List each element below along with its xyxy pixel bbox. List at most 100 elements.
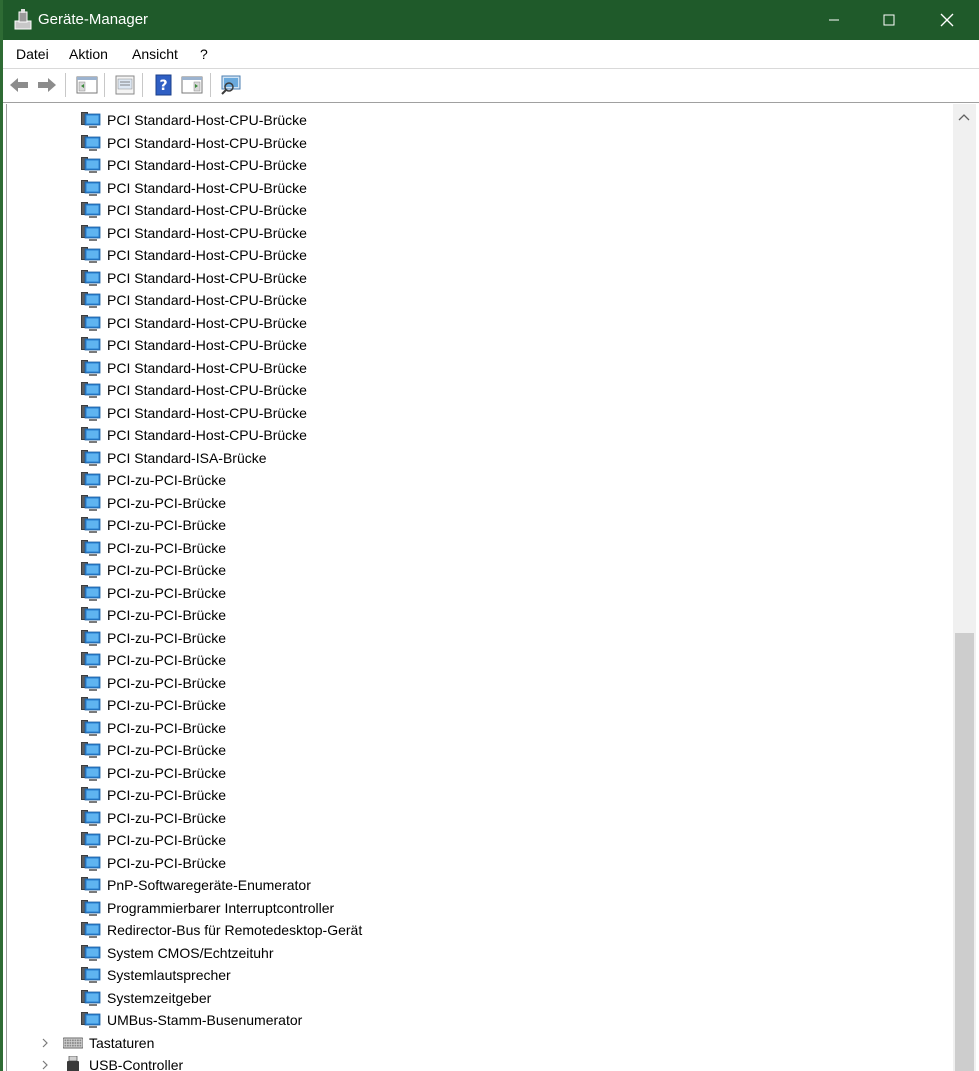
system-device-icon xyxy=(81,944,101,961)
device-tree-item[interactable]: PCI Standard-ISA-Brücke xyxy=(81,447,267,469)
system-device-icon xyxy=(81,742,101,758)
device-label: PCI-zu-PCI-Brücke xyxy=(107,607,227,623)
device-tree-item[interactable]: PCI Standard-Host-CPU-Brücke xyxy=(81,132,307,154)
device-tree-item[interactable]: UMBus-Stamm-Busenumerator xyxy=(81,1009,302,1031)
device-category-item[interactable]: USB-Controller xyxy=(39,1054,183,1071)
device-label: PnP-Softwaregeräte-Enumerator xyxy=(107,877,311,893)
device-label: PCI Standard-Host-CPU-Brücke xyxy=(107,269,307,286)
device-label: PCI-zu-PCI-Brücke xyxy=(107,539,227,556)
device-tree-item[interactable]: Systemzeitgeber xyxy=(81,987,211,1009)
device-tree-item[interactable]: PCI Standard-Host-CPU-Brücke xyxy=(81,177,307,199)
device-label: PCI Standard-Host-CPU-Brücke xyxy=(107,202,307,218)
device-tree-item[interactable]: PCI-zu-PCI-Brücke xyxy=(81,717,226,739)
device-label: PCI Standard-Host-CPU-Brücke xyxy=(107,337,307,353)
system-device-icon xyxy=(81,134,101,151)
device-label: System CMOS/Echtzeituhr xyxy=(107,944,274,961)
category-label: USB-Controller xyxy=(89,1057,184,1071)
device-tree-item[interactable]: PCI-zu-PCI-Brücke xyxy=(81,627,226,649)
device-tree-item[interactable]: PCI-zu-PCI-Brücke xyxy=(81,829,226,851)
system-device-icon xyxy=(81,854,101,871)
device-tree-item[interactable]: PCI-zu-PCI-Brücke xyxy=(81,604,226,626)
device-label: PCI-zu-PCI-Brücke xyxy=(107,494,227,511)
device-label: PCI-zu-PCI-Brücke xyxy=(107,652,227,668)
device-label: PCI-zu-PCI-Brücke xyxy=(107,854,227,871)
device-tree-item[interactable]: PCI Standard-Host-CPU-Brücke xyxy=(81,244,307,266)
device-tree-item[interactable]: PCI-zu-PCI-Brücke xyxy=(81,784,226,806)
expand-chevron-icon[interactable] xyxy=(39,1037,51,1049)
minimize-button[interactable] xyxy=(806,0,862,40)
device-tree-item[interactable]: PCI Standard-Host-CPU-Brücke xyxy=(81,109,307,131)
device-tree-item[interactable]: PCI-zu-PCI-Brücke xyxy=(81,762,226,784)
device-label: PCI-zu-PCI-Brücke xyxy=(107,629,227,646)
maximize-icon xyxy=(883,14,895,26)
device-label: PCI Standard-ISA-Brücke xyxy=(107,449,267,466)
vertical-scrollbar[interactable] xyxy=(953,104,976,1071)
device-tree-item[interactable]: PCI-zu-PCI-Brücke xyxy=(81,469,226,491)
device-label: PCI-zu-PCI-Brücke xyxy=(107,674,227,691)
maximize-button[interactable] xyxy=(861,0,917,40)
device-tree-item[interactable]: PCI Standard-Host-CPU-Brücke xyxy=(81,402,307,424)
device-tree-item[interactable]: PCI-zu-PCI-Brücke xyxy=(81,582,226,604)
system-device-icon xyxy=(81,517,101,533)
device-tree-item[interactable]: PCI-zu-PCI-Brücke xyxy=(81,807,226,829)
title-bar[interactable]: Geräte-Manager xyxy=(3,0,979,40)
system-device-icon xyxy=(81,427,101,443)
device-tree-item[interactable]: PCI-zu-PCI-Brücke xyxy=(81,649,226,671)
device-label: Programmierbarer Interruptcontroller xyxy=(107,899,335,916)
device-label: PCI Standard-Host-CPU-Brücke xyxy=(107,314,307,331)
device-manager-window: Geräte-Manager Datei Aktion Ansicht ? ? … xyxy=(3,0,979,1071)
device-tree[interactable]: PCI Standard-Host-CPU-Brücke PCI Standard… xyxy=(6,104,952,1071)
device-tree-item[interactable]: PCI-zu-PCI-Brücke xyxy=(81,492,226,514)
scan-hardware-changes-icon[interactable] xyxy=(219,73,243,97)
scroll-up-arrow-icon[interactable] xyxy=(958,112,970,122)
device-tree-item[interactable]: PCI-zu-PCI-Brücke xyxy=(81,559,226,581)
device-label: PCI-zu-PCI-Brücke xyxy=(107,719,227,736)
device-tree-item[interactable]: PCI Standard-Host-CPU-Brücke xyxy=(81,199,307,221)
system-device-icon xyxy=(81,787,101,803)
device-tree-item[interactable]: PCI Standard-Host-CPU-Brücke xyxy=(81,357,307,379)
back-arrow-icon[interactable] xyxy=(7,73,31,97)
scrollbar-thumb[interactable] xyxy=(955,633,974,1071)
device-label: PCI Standard-Host-CPU-Brücke xyxy=(107,224,307,241)
device-category-item[interactable]: Tastaturen xyxy=(39,1032,154,1054)
menu-ansicht[interactable]: Ansicht xyxy=(132,46,178,62)
device-tree-item[interactable]: PCI Standard-Host-CPU-Brücke xyxy=(81,222,307,244)
device-tree-item[interactable]: PCI-zu-PCI-Brücke xyxy=(81,537,226,559)
device-tree-item[interactable]: PCI-zu-PCI-Brücke xyxy=(81,694,226,716)
device-tree-item[interactable]: PCI Standard-Host-CPU-Brücke xyxy=(81,334,307,356)
device-tree-item[interactable]: PCI-zu-PCI-Brücke xyxy=(81,852,226,874)
system-device-icon xyxy=(81,764,101,781)
device-tree-item[interactable]: PCI Standard-Host-CPU-Brücke xyxy=(81,424,307,446)
device-tree-item[interactable]: PCI-zu-PCI-Brücke xyxy=(81,739,226,761)
close-button[interactable] xyxy=(919,0,975,40)
device-tree-item[interactable]: PCI Standard-Host-CPU-Brücke xyxy=(81,289,307,311)
device-label: PCI-zu-PCI-Brücke xyxy=(107,562,227,578)
device-tree-item[interactable]: PCI Standard-Host-CPU-Brücke xyxy=(81,267,307,289)
menu-aktion[interactable]: Aktion xyxy=(69,46,108,62)
forward-arrow-icon[interactable] xyxy=(35,73,59,97)
device-tree-item[interactable]: PCI-zu-PCI-Brücke xyxy=(81,514,226,536)
expand-chevron-icon[interactable] xyxy=(39,1059,51,1071)
system-device-icon xyxy=(81,989,101,1006)
device-tree-item[interactable]: Redirector-Bus für Remotedesktop-Gerät xyxy=(81,919,362,941)
device-tree-item[interactable]: PCI-zu-PCI-Brücke xyxy=(81,672,226,694)
device-tree-item[interactable]: Programmierbarer Interruptcontroller xyxy=(81,897,334,919)
device-label: PCI-zu-PCI-Brücke xyxy=(107,764,227,781)
help-icon[interactable]: ? xyxy=(152,73,176,97)
properties-icon[interactable] xyxy=(113,73,137,97)
menu-datei[interactable]: Datei xyxy=(16,46,49,62)
device-tree-item[interactable]: PCI Standard-Host-CPU-Brücke xyxy=(81,154,307,176)
device-tree-item[interactable]: System CMOS/Echtzeituhr xyxy=(81,942,274,964)
show-hide-console-tree-icon[interactable] xyxy=(75,73,99,97)
device-tree-item[interactable]: Systemlautsprecher xyxy=(81,964,231,986)
show-action-pane-icon[interactable] xyxy=(180,73,204,97)
device-label: PCI-zu-PCI-Brücke xyxy=(107,809,227,826)
device-tree-item[interactable]: PCI Standard-Host-CPU-Brücke xyxy=(81,312,307,334)
system-device-icon xyxy=(81,967,101,983)
system-device-icon xyxy=(81,404,101,421)
system-device-icon xyxy=(81,314,101,331)
menu-help[interactable]: ? xyxy=(200,46,208,62)
device-tree-item[interactable]: PnP-Softwaregeräte-Enumerator xyxy=(81,874,311,896)
device-label: PCI-zu-PCI-Brücke xyxy=(107,697,227,713)
device-tree-item[interactable]: PCI Standard-Host-CPU-Brücke xyxy=(81,379,307,401)
